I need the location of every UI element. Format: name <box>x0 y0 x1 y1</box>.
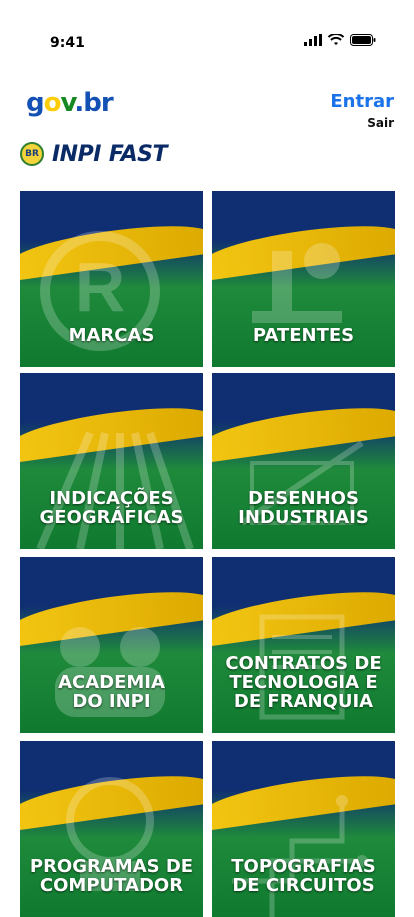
tile-programas-de-computador[interactable]: PROGRAMAS DE COMPUTADOR <box>20 741 203 917</box>
br-badge: BR <box>20 142 44 166</box>
tile-label: ACADEMIA DO INPI <box>58 672 165 712</box>
logo-part-g: g <box>26 88 45 118</box>
tile-label: TOPOGRAFIAS DE CIRCUITOS <box>231 856 376 896</box>
battery-icon <box>350 34 376 46</box>
logo-part-br: .br <box>74 88 113 118</box>
logout-button[interactable]: Sair <box>330 116 394 130</box>
brand-row: BR INPI FAST <box>20 138 168 170</box>
login-button[interactable]: Entrar <box>330 92 394 112</box>
logo-part-o: o <box>43 88 62 118</box>
logo-part-v: v <box>60 88 76 118</box>
tile-indicacoes-geograficas[interactable]: INDICAÇÕES GEOGRÁFICAS <box>20 373 203 549</box>
signal-icon <box>304 34 322 46</box>
tile-desenhos-industriais[interactable]: DESENHOS INDUSTRIAIS <box>212 373 395 549</box>
tile-academia-do-inpi[interactable]: ACADEMIA DO INPI <box>20 557 203 733</box>
status-time: 9:41 <box>50 35 85 51</box>
fast-logo: FAST <box>108 141 168 167</box>
tile-label: DESENHOS INDUSTRIAIS <box>238 488 369 528</box>
inpi-logo: INPI <box>52 141 101 167</box>
tile-marcas[interactable]: R MARCAS <box>20 191 203 367</box>
tile-label: CONTRATOS DE TECNOLOGIA E DE FRANQUIA <box>225 653 382 712</box>
tile-topografias-de-circuitos[interactable]: TOPOGRAFIAS DE CIRCUITOS <box>212 741 395 917</box>
status-bar: 9:41 <box>0 0 414 60</box>
app-header: gov.br Entrar Sair <box>0 80 414 140</box>
tile-label: INDICAÇÕES GEOGRÁFICAS <box>39 488 184 528</box>
wifi-icon <box>328 34 344 45</box>
tile-contratos[interactable]: CONTRATOS DE TECNOLOGIA E DE FRANQUIA <box>212 557 395 733</box>
tile-label: MARCAS <box>68 325 155 346</box>
svg-text:R: R <box>75 248 126 326</box>
status-icons <box>304 34 376 46</box>
tile-label: PROGRAMAS DE COMPUTADOR <box>29 856 194 896</box>
tile-label: PATENTES <box>252 325 355 346</box>
login-area: Entrar Sair <box>330 92 394 131</box>
tile-patentes[interactable]: PATENTES <box>212 191 395 367</box>
gov-br-logo[interactable]: gov.br <box>26 88 114 118</box>
